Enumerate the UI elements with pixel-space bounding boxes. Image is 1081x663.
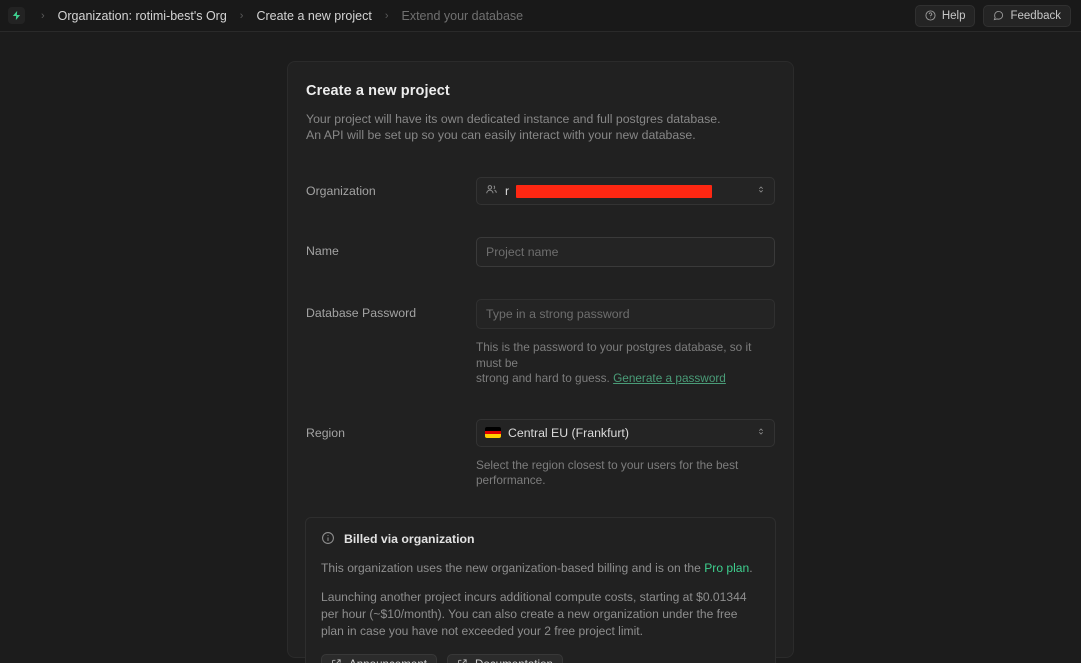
organization-value-redaction: [516, 185, 712, 198]
name-row: Name: [288, 221, 793, 283]
info-circle-icon: [321, 531, 335, 548]
card-description: Your project will have its own dedicated…: [306, 112, 775, 143]
region-select[interactable]: Central EU (Frankfurt): [476, 419, 775, 447]
help-button-label: Help: [942, 10, 966, 22]
users-icon: [485, 183, 498, 199]
region-field: Central EU (Frankfurt) Select the region…: [476, 419, 775, 489]
announcement-button-label: Announcement: [349, 658, 427, 663]
billing-notice-wrap: Billed via organization This organizatio…: [288, 505, 793, 663]
database-password-input[interactable]: [476, 299, 775, 329]
create-project-card: Create a new project Your project will h…: [287, 61, 794, 658]
documentation-button[interactable]: Documentation: [447, 654, 563, 663]
breadcrumb-separator-1: ›: [231, 10, 253, 22]
breadcrumb-item-create-project[interactable]: Create a new project: [252, 7, 375, 25]
app-logo[interactable]: [0, 0, 32, 32]
organization-value-prefix: r: [505, 184, 509, 198]
question-circle-icon: [925, 10, 936, 21]
chat-bubble-icon: [993, 10, 1004, 21]
card-description-line-2: An API will be set up so you can easily …: [306, 128, 775, 144]
announcement-button[interactable]: Announcement: [321, 654, 437, 663]
billing-notice-paragraph-2: Launching another project incurs additio…: [321, 589, 760, 640]
external-link-icon: [457, 658, 468, 663]
billing-notice: Billed via organization This organizatio…: [305, 517, 776, 663]
breadcrumb-separator-2: ›: [376, 10, 398, 22]
top-navigation-bar: › Organization: rotimi-best's Org › Crea…: [0, 0, 1081, 32]
billing-notice-title: Billed via organization: [344, 532, 475, 546]
billing-notice-paragraph-1: This organization uses the new organizat…: [321, 560, 760, 577]
card-description-line-1: Your project will have its own dedicated…: [306, 112, 775, 128]
pro-plan-link[interactable]: Pro plan: [704, 561, 749, 575]
billing-notice-header: Billed via organization: [321, 531, 760, 548]
database-password-row: Database Password This is the password t…: [288, 283, 793, 403]
card-header: Create a new project Your project will h…: [288, 62, 793, 161]
external-link-icon: [331, 658, 342, 663]
organization-field: r: [476, 177, 775, 205]
name-field: [476, 237, 775, 267]
region-row: Region Central EU (Frankfurt) Select the…: [288, 403, 793, 505]
topbar-actions: Help Feedback: [915, 5, 1071, 27]
feedback-button[interactable]: Feedback: [983, 5, 1071, 27]
breadcrumb-separator-0: ›: [32, 10, 54, 22]
region-label: Region: [306, 419, 464, 489]
password-help-line-2-prefix: strong and hard to guess.: [476, 371, 613, 385]
region-help: Select the region closest to your users …: [476, 458, 775, 489]
breadcrumb: › Organization: rotimi-best's Org › Crea…: [32, 7, 915, 25]
name-label: Name: [306, 237, 464, 267]
database-password-label: Database Password: [306, 299, 464, 387]
breadcrumb-item-organization[interactable]: Organization: rotimi-best's Org: [54, 7, 231, 25]
generate-password-link[interactable]: Generate a password: [613, 371, 726, 385]
documentation-button-label: Documentation: [475, 658, 553, 663]
help-button[interactable]: Help: [915, 5, 976, 27]
feedback-button-label: Feedback: [1010, 10, 1061, 22]
billing-notice-buttons: Announcement Documentation: [321, 654, 760, 663]
organization-label: Organization: [306, 177, 464, 205]
billing-paragraph-1-suffix: .: [749, 561, 752, 575]
supabase-lightning-icon: [8, 7, 25, 24]
password-help-line-1: This is the password to your postgres da…: [476, 340, 751, 370]
page-title: Create a new project: [306, 83, 775, 99]
breadcrumb-item-extend-database[interactable]: Extend your database: [397, 7, 527, 25]
project-name-input[interactable]: [476, 237, 775, 267]
database-password-help: This is the password to your postgres da…: [476, 340, 775, 387]
organization-row: Organization r: [288, 161, 793, 221]
chevron-updown-icon: [756, 425, 766, 440]
database-password-field: This is the password to your postgres da…: [476, 299, 775, 387]
page-body: Create a new project Your project will h…: [0, 32, 1081, 663]
chevron-updown-icon: [756, 184, 766, 199]
region-value: Central EU (Frankfurt): [508, 426, 629, 440]
germany-flag-icon: [485, 427, 501, 438]
billing-paragraph-1-prefix: This organization uses the new organizat…: [321, 561, 704, 575]
organization-select[interactable]: r: [476, 177, 775, 205]
